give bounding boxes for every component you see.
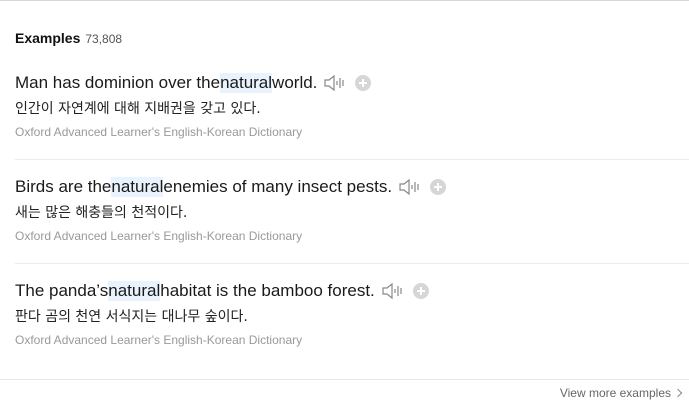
- sentence-text-after: habitat is the bamboo forest.: [160, 281, 375, 300]
- example-item: The panda’s natural habitat is the bambo…: [15, 280, 689, 348]
- divider: [15, 159, 689, 160]
- example-source: Oxford Advanced Learner's English-Korean…: [15, 229, 303, 243]
- plus-circle-icon[interactable]: [430, 179, 447, 195]
- sentence-text-after: world.: [272, 73, 318, 92]
- speaker-icon[interactable]: [323, 73, 347, 93]
- sentence-keyword: natural: [108, 281, 161, 301]
- example-translation: 판다 곰의 천연 서식지는 대나무 숲이다.: [15, 309, 248, 325]
- speaker-icon[interactable]: [381, 281, 405, 301]
- example-translation: 인간이 자연계에 대해 지배권을 갖고 있다.: [15, 101, 261, 117]
- example-source: Oxford Advanced Learner's English-Korean…: [15, 125, 303, 139]
- examples-header: Examples 73,808: [15, 30, 122, 48]
- example-translation: 새는 많은 해충들의 천적이다.: [15, 205, 188, 221]
- examples-count: 73,808: [85, 32, 123, 46]
- example-sentence: Birds are the natural enemies of many in…: [15, 176, 689, 198]
- speaker-icon[interactable]: [398, 177, 422, 197]
- chevron-right-icon: [673, 388, 683, 398]
- example-source: Oxford Advanced Learner's English-Korean…: [15, 333, 303, 347]
- example-sentence: Man has dominion over the natural world.: [15, 72, 689, 94]
- footer-divider: [0, 379, 689, 380]
- sentence-keyword: natural: [111, 177, 164, 197]
- sentence-keyword: natural: [220, 73, 273, 93]
- example-item: Birds are the natural enemies of many in…: [15, 176, 689, 244]
- view-more-examples-link[interactable]: View more examples: [559, 386, 683, 400]
- view-more-label: View more examples: [559, 386, 671, 400]
- plus-circle-icon[interactable]: [355, 75, 372, 91]
- examples-title: Examples: [15, 30, 81, 46]
- example-item: Man has dominion over the natural world.…: [15, 72, 689, 140]
- examples-panel: Examples 73,808 Man has dominion over th…: [0, 0, 689, 409]
- example-sentence: The panda’s natural habitat is the bambo…: [15, 280, 689, 302]
- plus-circle-icon[interactable]: [412, 283, 429, 299]
- sentence-text-before: Birds are the: [15, 177, 112, 196]
- sentence-text-after: enemies of many insect pests.: [163, 177, 393, 196]
- sentence-text-before: Man has dominion over the: [15, 73, 221, 92]
- sentence-text-before: The panda’s: [15, 281, 109, 300]
- divider: [15, 263, 689, 264]
